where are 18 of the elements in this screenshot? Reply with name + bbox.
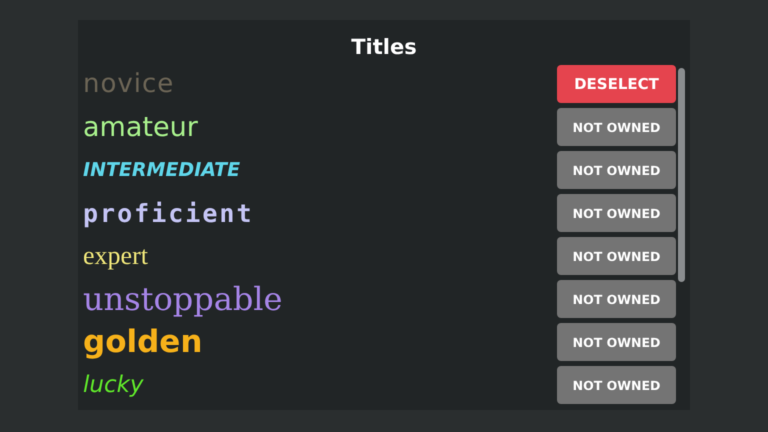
deselect-button[interactable]: DESELECT [557, 65, 676, 103]
scrollbar[interactable] [678, 68, 685, 282]
title-name: expert [83, 243, 148, 269]
title-name: lucky [83, 374, 144, 396]
not-owned-button[interactable]: NOT OWNED [557, 237, 676, 275]
not-owned-button[interactable]: NOT OWNED [557, 366, 676, 404]
title-name: amateur [83, 114, 198, 140]
panel-title: Titles [351, 34, 417, 61]
not-owned-button[interactable]: NOT OWNED [557, 280, 676, 318]
title-name: INTERMEDIATE [83, 160, 240, 180]
not-owned-button[interactable]: NOT OWNED [557, 151, 676, 189]
title-name: golden [83, 326, 202, 358]
title-name: novice [83, 71, 174, 97]
title-name: proficient [83, 200, 254, 226]
not-owned-button[interactable]: NOT OWNED [557, 194, 676, 232]
not-owned-button[interactable]: NOT OWNED [557, 108, 676, 146]
title-name: unstoppable [83, 283, 282, 315]
not-owned-button[interactable]: NOT OWNED [557, 323, 676, 361]
